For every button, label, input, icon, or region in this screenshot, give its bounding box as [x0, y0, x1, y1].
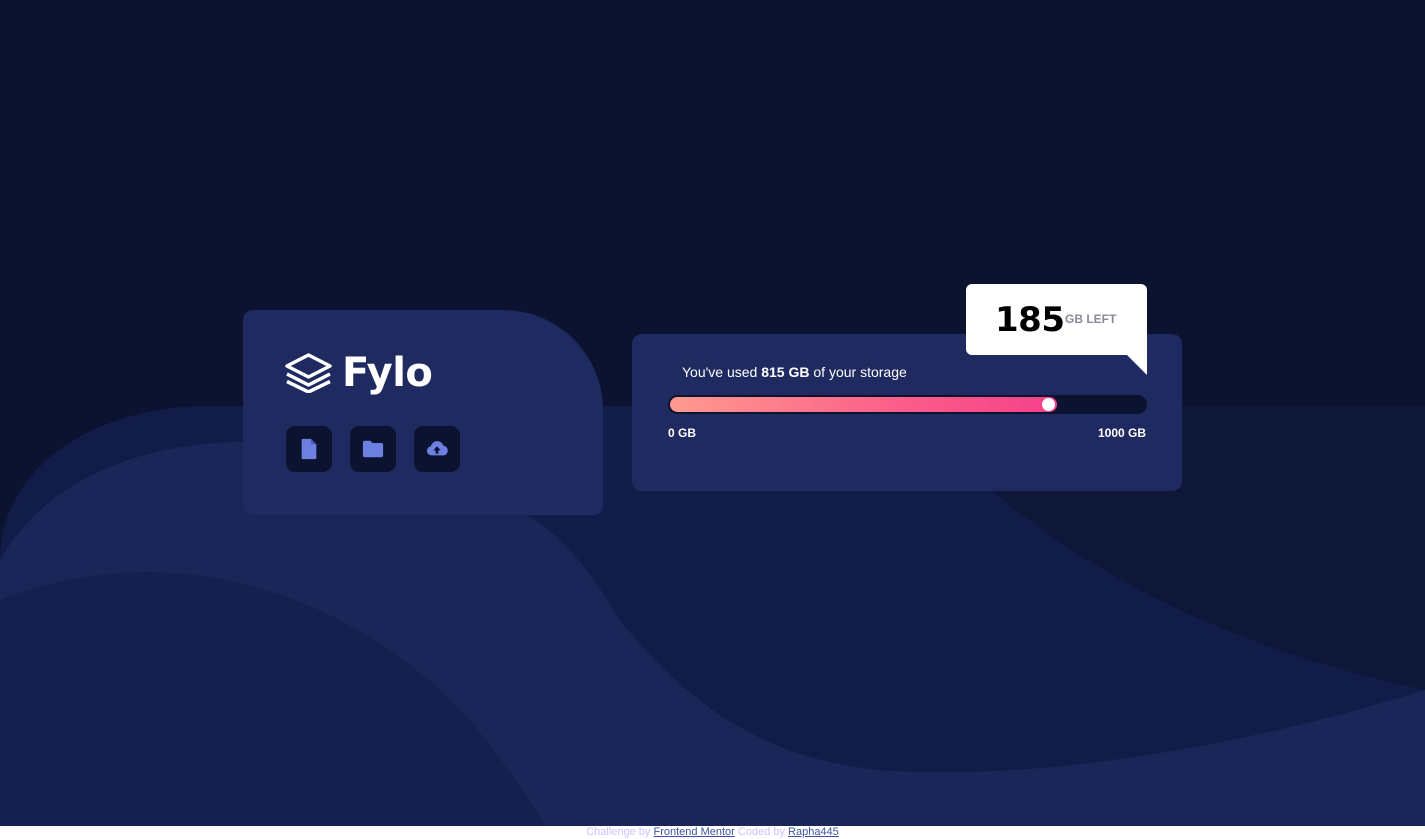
- upload-icon: [426, 441, 448, 456]
- attribution: Challenge by Frontend Mentor Coded by Ra…: [0, 825, 1425, 839]
- remaining-label: GB LEFT: [1065, 312, 1117, 326]
- action-icons: [286, 426, 460, 472]
- usage-prefix: You've used: [682, 364, 762, 380]
- folder-icon: [362, 440, 384, 458]
- callout-tail: [1127, 355, 1147, 375]
- progress-knob: [1042, 398, 1055, 411]
- document-icon: [301, 438, 317, 460]
- storage-card: You've used 815 GB of your storage 0 GB …: [632, 334, 1182, 491]
- attribution-challenge-text: Challenge by: [586, 826, 654, 838]
- storage-progress-fill: [670, 397, 1057, 412]
- scale-min-label: 0 GB: [668, 426, 697, 440]
- layers-icon: [285, 353, 332, 393]
- frontend-mentor-link[interactable]: Frontend Mentor: [653, 826, 734, 838]
- scale-max-label: 1000 GB: [1097, 426, 1146, 440]
- document-button[interactable]: [286, 426, 332, 472]
- remaining-value: 185: [995, 300, 1065, 340]
- brand-name: Fylo: [342, 350, 433, 396]
- folder-button[interactable]: [350, 426, 396, 472]
- usage-suffix: of your storage: [809, 364, 907, 380]
- storage-progress-track: [668, 395, 1147, 414]
- fylo-logo: Fylo: [285, 350, 433, 396]
- author-link[interactable]: Rapha445: [788, 826, 839, 838]
- upload-button[interactable]: [414, 426, 460, 472]
- usage-amount: 815 GB: [761, 364, 810, 380]
- remaining-callout: 185 GB LEFT: [966, 284, 1147, 375]
- usage-text: You've used 815 GB of your storage: [682, 364, 907, 380]
- attribution-coded-text: Coded by: [734, 826, 789, 838]
- logo-card: Fylo: [243, 310, 603, 515]
